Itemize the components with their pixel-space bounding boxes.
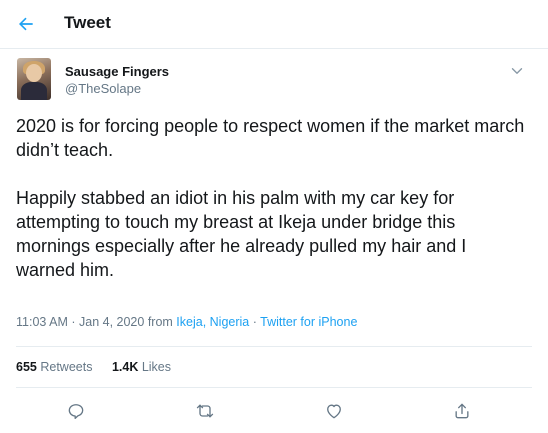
retweets-count: 655 [16,360,37,374]
reply-icon [68,404,84,419]
reply-button[interactable] [65,400,87,422]
like-button[interactable] [323,400,345,422]
retweet-icon [196,404,214,418]
tweet-actions [0,400,548,422]
share-icon [455,403,469,419]
tweet-time[interactable]: 11:03 AM [16,315,68,329]
retweets-stat[interactable]: 655 Retweets [16,360,92,374]
tweet-stats: 655 Retweets 1.4K Likes [16,360,187,374]
back-button[interactable] [14,12,38,36]
separator: · [67,315,79,329]
retweet-button[interactable] [194,400,216,422]
tweet-text: 2020 is for forcing people to respect wo… [16,114,526,282]
page-header: Tweet [0,0,548,49]
tweet-paragraph: 2020 is for forcing people to respect wo… [16,116,525,160]
source-link[interactable]: Twitter for iPhone [260,315,357,329]
location-link[interactable]: Ikeja, Nigeria [176,315,249,329]
author-name[interactable]: Sausage Fingers [65,64,169,79]
tweet-date[interactable]: Jan 4, 2020 [79,315,144,329]
share-button[interactable] [451,400,473,422]
likes-label: Likes [141,360,172,374]
page-title: Tweet [64,13,111,32]
more-options-button[interactable] [508,62,526,80]
arrow-left-icon [19,17,33,31]
retweets-label: Retweets [40,360,93,374]
chevron-down-icon [511,68,523,74]
tweet-paragraph: Happily stabbed an idiot in his palm wit… [16,188,467,280]
divider [16,387,532,388]
separator: · [249,315,261,329]
likes-count: 1.4K [111,360,139,374]
author-handle[interactable]: @TheSolape [65,81,141,96]
divider [16,346,532,347]
like-icon [327,404,341,419]
tweet-meta: 11:03 AM · Jan 4, 2020 from Ikeja, Niger… [16,315,357,329]
from-label: from [144,315,177,329]
likes-stat[interactable]: 1.4K Likes [112,360,171,374]
avatar[interactable] [17,58,51,100]
